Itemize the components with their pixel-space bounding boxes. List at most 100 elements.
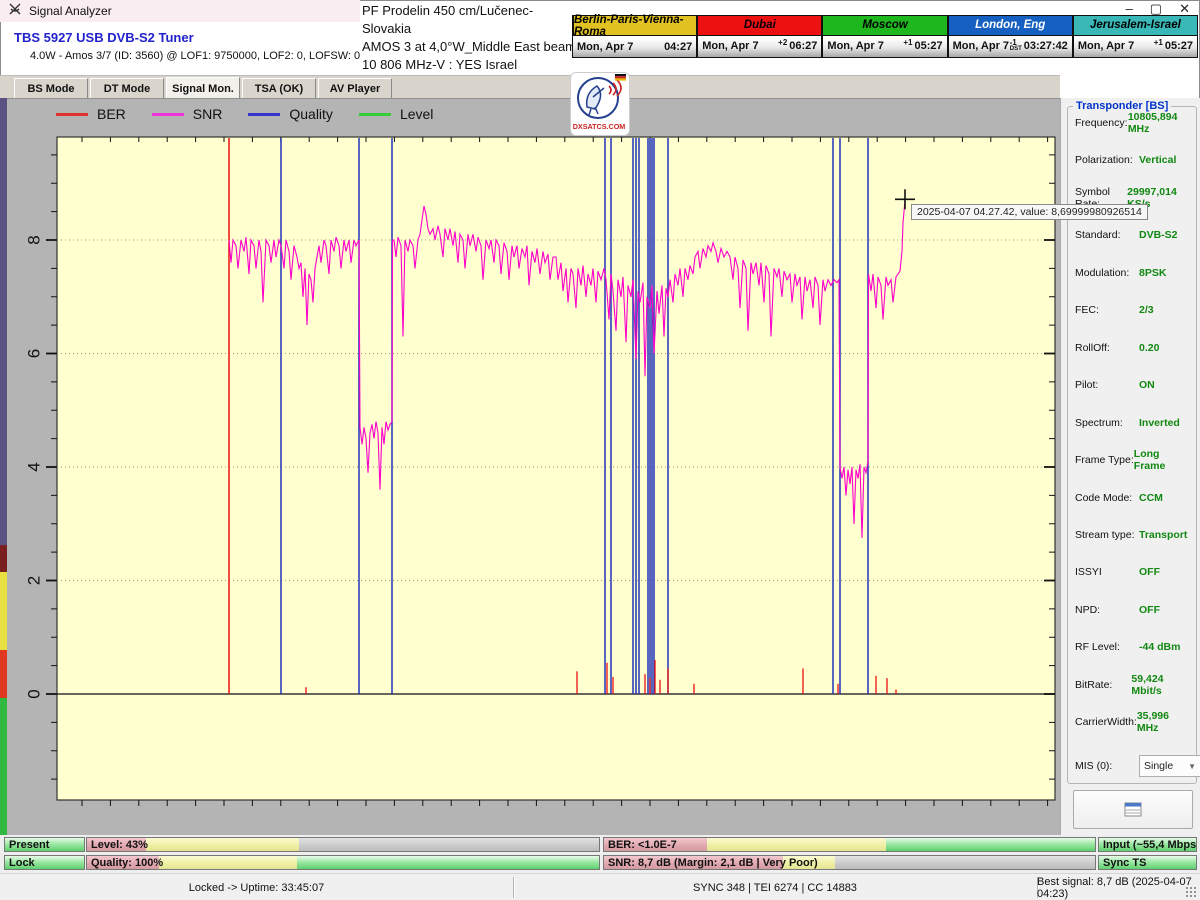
transponder-row: RollOff:0.20 (1075, 341, 1189, 355)
site-info-line: AMOS 3 at 4,0°W_Middle East beam (362, 38, 577, 56)
meter-quality: Quality: 100% (86, 855, 600, 870)
meter-input-55-4-mbps: Input (~55,4 Mbps) (1098, 837, 1197, 852)
strip-purple (0, 98, 7, 545)
transponder-row: FEC:2/3 (1075, 303, 1189, 317)
statusbar-lock-uptime: Locked -> Uptime: 33:45:07 (0, 874, 513, 900)
meter-label: Level: 43% (91, 839, 148, 851)
transponder-value: Transport (1139, 529, 1187, 541)
transponder-row: Modulation:8PSK (1075, 266, 1189, 280)
legend-swatch (56, 113, 88, 116)
transponder-value: 8PSK (1139, 267, 1166, 279)
stream-info-button[interactable] (1073, 790, 1193, 829)
legend-label: Level (400, 106, 433, 122)
signal-analyzer-window: Signal Analyzer – ▢ ✕ TBS 5927 USB DVB-S… (0, 0, 1200, 900)
strip-red (0, 650, 7, 698)
transponder-value: DVB-S2 (1139, 229, 1178, 241)
status-meters: Present Level: 43% BER: <1.0E-7 Input (~55,… (0, 835, 1200, 873)
transponder-row: NPD:OFF (1075, 603, 1189, 617)
clock-time: 05:27 (1165, 40, 1193, 52)
legend-swatch (248, 113, 280, 116)
tab-av-player[interactable]: AV Player (318, 78, 392, 99)
transponder-row: BitRate:59,424 Mbit/s (1075, 678, 1189, 692)
status-bar: Locked -> Uptime: 33:45:07 SYNC 348 | TE… (0, 873, 1200, 900)
clock-dst-label: DST (1010, 46, 1022, 52)
tuner-title: TBS 5927 USB DVB-S2 Tuner (14, 30, 194, 45)
meter-label: Input (~55,4 Mbps) (1103, 839, 1197, 851)
clock-date: Mon, Apr 7 (702, 40, 778, 52)
dxsatcs-logo: DXSATCS.COM (570, 72, 630, 136)
transponder-label: Stream type: (1075, 529, 1139, 541)
clock-1: DubaiMon, Apr 7+206:27 (697, 15, 822, 58)
transponder-value: ON (1139, 379, 1155, 391)
legend-item-quality: Quality (248, 106, 333, 122)
meter-label: BER: <1.0E-7 (608, 839, 677, 851)
legend-label: BER (97, 106, 126, 122)
meter-label: Lock (9, 857, 35, 869)
transponder-value: 2/3 (1139, 304, 1154, 316)
chevron-down-icon: ▼ (1188, 762, 1196, 771)
transponder-row: Symbol Rate:29997,014 KS/s (1075, 191, 1189, 205)
meter-segment-gray (299, 838, 599, 851)
clock-time: 03:27:42 (1024, 40, 1068, 52)
tab-signal-mon[interactable]: Signal Mon. (166, 77, 240, 100)
clock-time-row: Mon, Apr 704:27 (573, 36, 697, 58)
transponder-row: Standard:DVB-S2 (1075, 228, 1189, 242)
transponder-value: Inverted (1139, 417, 1180, 429)
clock-time: 06:27 (789, 40, 817, 52)
clock-time-row: Mon, Apr 7+206:27 (698, 36, 822, 58)
legend-label: SNR (193, 106, 223, 122)
transponder-value: 0.20 (1139, 342, 1159, 354)
tab-bar: BS ModeDT ModeSignal Mon.TSA (OK)AV Play… (0, 75, 1060, 99)
meter-segment-green (886, 838, 1095, 851)
transponder-value: 10805,894 MHz (1128, 111, 1189, 135)
meter-label: Present (9, 839, 49, 851)
clock-date: Mon, Apr 7 (827, 40, 903, 52)
transponder-label: Modulation: (1075, 267, 1139, 279)
transponder-row: Pilot:ON (1075, 378, 1189, 392)
clock-date: Mon, Apr 7 (953, 40, 1010, 52)
transponder-row: ISSYIOFF (1075, 565, 1189, 579)
clock-time: 04:27 (664, 41, 692, 53)
transponder-value: -44 dBm (1139, 641, 1180, 653)
tab-tsa-ok[interactable]: TSA (OK) (242, 78, 316, 99)
transponder-row: CarrierWidth:35,996 MHz (1075, 715, 1189, 729)
meter-segment-green (297, 856, 599, 869)
transponder-label: CarrierWidth: (1075, 716, 1137, 728)
transponder-row: Code Mode:CCM (1075, 491, 1189, 505)
meter-snr: SNR: 8,7 dB (Margin: 2,1 dB | Very Poor) (603, 855, 1096, 870)
clock-time: 05:27 (914, 40, 942, 52)
mis-select[interactable]: Single ▼ (1139, 755, 1200, 777)
transponder-label: FEC: (1075, 304, 1139, 316)
transponder-label: NPD: (1075, 604, 1139, 616)
transponder-value: OFF (1139, 604, 1160, 616)
window-title: Signal Analyzer (29, 4, 112, 18)
legend-item-snr: SNR (152, 106, 223, 122)
transponder-row: Spectrum:Inverted (1075, 416, 1189, 430)
meter-sync-ts: Sync TS (1098, 855, 1197, 870)
meter-ber: BER: <1.0E-7 (603, 837, 1096, 852)
clock-4: Jerusalem-IsraelMon, Apr 7+105:27 (1073, 15, 1198, 58)
legend-item-ber: BER (56, 106, 126, 122)
transponder-label: BitRate: (1075, 679, 1131, 691)
meter-lock: Lock (4, 855, 85, 870)
transponder-label: Pilot: (1075, 379, 1139, 391)
transponder-value: Vertical (1139, 154, 1176, 166)
clock-utc-offset: +1 (1154, 38, 1163, 47)
meter-label: Sync TS (1103, 857, 1146, 869)
legend-label: Quality (289, 106, 333, 122)
site-info-line: PF Prodelin 450 cm/Lučenec-Slovakia (362, 2, 577, 38)
transponder-label: Spectrum: (1075, 417, 1139, 429)
tab-bs-mode[interactable]: BS Mode (14, 78, 88, 99)
transponder-value: 59,424 Mbit/s (1131, 673, 1189, 697)
transponder-label: Standard: (1075, 229, 1139, 241)
tab-dt-mode[interactable]: DT Mode (90, 78, 164, 99)
clock-city: Moscow (823, 15, 947, 36)
statusbar-sync-counters: SYNC 348 | TEI 6274 | CC 14883 (513, 874, 1037, 900)
strip-maroon (0, 545, 7, 572)
meter-segment-yellow (146, 838, 300, 851)
mis-label: MIS (0): (1075, 760, 1139, 772)
transponder-row: Stream type:Transport (1075, 528, 1189, 542)
resize-grip[interactable] (1184, 885, 1197, 898)
clock-0: Berlin-Paris-Vienna-RomaMon, Apr 704:27 (572, 15, 697, 58)
app-icon (8, 2, 22, 21)
